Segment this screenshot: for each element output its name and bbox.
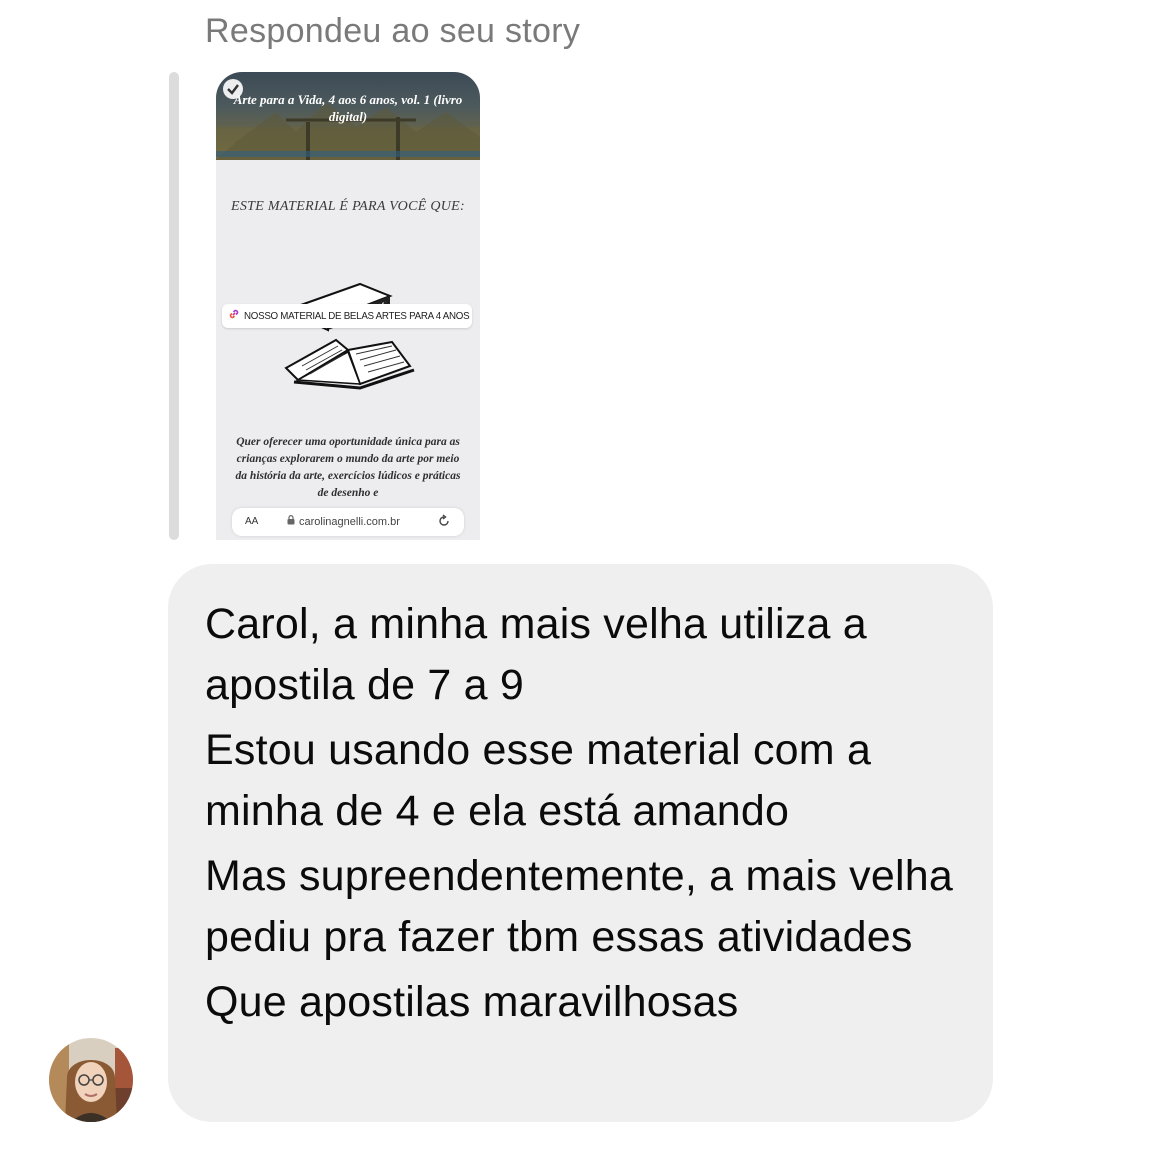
story-title: Arte para a Vida, 4 aos 6 anos, vol. 1 (…	[233, 92, 463, 124]
message-line: Mas supreendentemente, a mais velha pedi…	[205, 852, 953, 961]
message-bubble[interactable]: Carol, a minha mais velha utiliza a apos…	[168, 564, 993, 1122]
browser-address-bar: AA carolinagnelli.com.br	[232, 508, 464, 536]
message-line: Estou usando esse material com a minha d…	[205, 726, 872, 835]
message-line: Carol, a minha mais velha utiliza a apos…	[205, 600, 867, 709]
books-icon	[280, 280, 416, 403]
quote-bar	[169, 72, 179, 540]
story-preview[interactable]: Arte para a Vida, 4 aos 6 anos, vol. 1 (…	[216, 72, 480, 540]
story-header-image: Arte para a Vida, 4 aos 6 anos, vol. 1 (…	[216, 72, 480, 160]
lock-icon	[287, 515, 295, 528]
browser-url-text: carolinagnelli.com.br	[299, 515, 400, 528]
message-line: Que apostilas maravilhosas	[205, 978, 739, 1026]
link-sticker-text: NOSSO MATERIAL DE BELAS ARTES PARA 4 ANO…	[244, 310, 470, 322]
link-icon	[228, 307, 240, 325]
story-heading: ESTE MATERIAL É PARA VOCÊ QUE:	[231, 199, 465, 214]
story-reply-label: Respondeu ao seu story	[205, 12, 581, 50]
link-sticker[interactable]: NOSSO MATERIAL DE BELAS ARTES PARA 4 ANO…	[222, 304, 472, 328]
avatar[interactable]	[49, 1038, 133, 1122]
browser-url: carolinagnelli.com.br	[287, 515, 400, 528]
text-size-button: AA	[245, 516, 259, 527]
reload-icon	[437, 514, 451, 531]
story-paragraph: Quer oferecer uma oportunidade única par…	[235, 436, 461, 499]
